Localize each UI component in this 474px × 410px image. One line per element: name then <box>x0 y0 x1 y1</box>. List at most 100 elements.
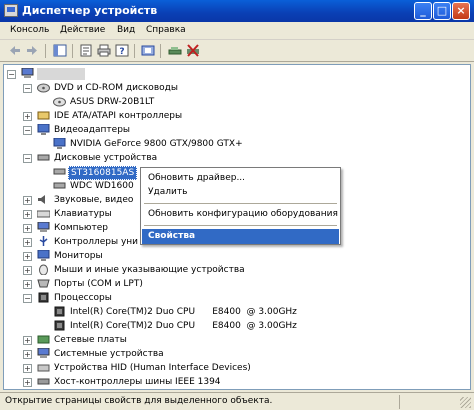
device-manager-icon <box>4 4 18 17</box>
title-bar[interactable]: Диспетчер устройств _ □ × <box>0 0 474 22</box>
tree-item[interactable]: + Порты (COM и LPT) <box>4 278 464 292</box>
tree-item[interactable]: NVIDIA GeForce 9800 GTX/9800 GTX+ <box>4 138 464 152</box>
cpu-icon <box>54 320 65 331</box>
tree-item[interactable]: + IDE ATA/ATAPI контроллеры <box>4 110 464 124</box>
toolbar-separator <box>45 44 46 58</box>
minimize-button[interactable]: _ <box>414 2 432 20</box>
tree-item-label: Мониторы <box>54 251 103 261</box>
system-devices-icon <box>37 348 50 358</box>
show-hide-tree-icon[interactable] <box>53 44 67 57</box>
maximize-button[interactable]: □ <box>433 2 451 20</box>
usb-controller-icon <box>39 236 48 246</box>
properties-menu-item[interactable]: Свойства <box>142 229 339 244</box>
mouse-icon <box>39 264 48 275</box>
tree-item-label: Процессоры <box>54 293 112 303</box>
toolbar-separator <box>134 44 135 58</box>
cdrom-device-icon <box>53 97 66 107</box>
help-icon[interactable]: ? <box>115 44 129 57</box>
print-icon[interactable] <box>97 44 111 57</box>
update-driver-menu-item[interactable]: Обновить драйвер... <box>142 171 339 186</box>
tree-item-label: DVD и CD-ROM дисководы <box>54 83 178 93</box>
tree-item-label: Системные устройства <box>54 349 164 359</box>
tree-item[interactable]: + Мыши и иные указывающие устройства <box>4 264 464 278</box>
expand-toggle[interactable]: + <box>23 196 32 205</box>
tree-item[interactable]: + Хост-контроллеры шины IEEE 1394 <box>4 376 464 389</box>
tree-item[interactable]: ASUS DRW-20B1LT <box>4 96 464 110</box>
tree-item[interactable]: + Мониторы <box>4 250 464 264</box>
window-title: Диспетчер устройств <box>22 4 158 17</box>
display-adapter-icon <box>37 124 50 135</box>
tree-item-label: Intel(R) Core(TM)2 Duo CPU E8400 @ 3.00G… <box>70 321 297 331</box>
disk-drives-icon <box>37 154 50 161</box>
tree-root[interactable]: − <box>4 68 464 82</box>
tree-item-label: Клавиатуры <box>54 209 112 219</box>
uninstall-icon[interactable] <box>186 44 200 57</box>
collapse-toggle[interactable]: − <box>23 294 32 303</box>
tree-item[interactable]: + Устройства HID (Human Interface Device… <box>4 362 464 376</box>
status-text: Открытие страницы свойств для выделенног… <box>5 396 273 406</box>
tree-item[interactable]: Intel(R) Core(TM)2 Duo CPU E8400 @ 3.00G… <box>4 306 464 320</box>
expand-toggle[interactable]: + <box>23 280 32 289</box>
port-icon <box>37 279 50 288</box>
collapse-toggle[interactable]: − <box>23 126 32 135</box>
tree-item[interactable]: − Процессоры <box>4 292 464 306</box>
tree-item-label: Сетевые платы <box>54 335 127 345</box>
scan-hardware-icon[interactable] <box>168 44 182 57</box>
tree-item-label: Порты (COM и LPT) <box>54 279 143 289</box>
tree-item[interactable]: + Сетевые платы <box>4 334 464 348</box>
tree-item[interactable]: − Видеоадаптеры <box>4 124 464 138</box>
menu-separator <box>144 225 337 226</box>
expand-toggle[interactable]: + <box>23 238 32 247</box>
tree-item-label: Мыши и иные указывающие устройства <box>54 265 245 275</box>
tree-item[interactable]: Intel(R) Core(TM)2 Duo CPU E8400 @ 3.00G… <box>4 320 464 334</box>
svg-text:?: ? <box>119 47 124 57</box>
computer-icon <box>21 68 34 78</box>
menu-help[interactable]: Справка <box>146 25 186 35</box>
expand-toggle[interactable]: + <box>23 224 32 233</box>
expand-toggle[interactable]: + <box>23 266 32 275</box>
toolbar: ? <box>0 40 474 62</box>
tree-item[interactable]: − Дисковые устройства <box>4 152 464 166</box>
tree-item-label: Устройства HID (Human Interface Devices) <box>54 363 251 373</box>
collapse-toggle[interactable]: − <box>23 84 32 93</box>
toolbar-separator <box>72 44 73 58</box>
forward-icon[interactable] <box>25 44 39 57</box>
expand-toggle[interactable]: + <box>23 350 32 359</box>
hid-icon <box>37 364 50 372</box>
status-bar: Открытие страницы свойств для выделенног… <box>0 392 474 410</box>
toolbar-separator <box>160 44 161 58</box>
tree-item-label: Видеоадаптеры <box>54 125 131 135</box>
computer-name <box>37 68 85 80</box>
menu-view[interactable]: Вид <box>117 25 135 35</box>
menu-console[interactable]: Консоль <box>10 25 49 35</box>
cpu-icon <box>54 306 65 317</box>
close-button[interactable]: × <box>452 2 470 20</box>
hard-disk-icon <box>53 168 66 175</box>
collapse-toggle[interactable]: − <box>7 70 16 79</box>
expand-toggle[interactable]: + <box>23 252 32 261</box>
dvd-icon <box>37 83 50 93</box>
tree-item-label: Хост-контроллеры шины IEEE 1394 <box>54 377 221 387</box>
tree-item-label: IDE ATA/ATAPI контроллеры <box>54 111 183 121</box>
uninstall-menu-item[interactable]: Удалить <box>142 185 339 200</box>
ieee1394-icon <box>37 378 50 385</box>
tree-item-label: Intel(R) Core(TM)2 Duo CPU E8400 @ 3.00G… <box>70 307 297 317</box>
properties-icon[interactable] <box>79 44 93 57</box>
tree-item-label: Дисковые устройства <box>54 153 158 163</box>
expand-toggle[interactable]: + <box>23 112 32 121</box>
tree-item[interactable]: − DVD и CD-ROM дисководы <box>4 82 464 96</box>
ide-controller-icon <box>37 111 50 120</box>
back-icon[interactable] <box>8 44 22 57</box>
tree-item[interactable]: + Системные устройства <box>4 348 464 362</box>
expand-toggle[interactable]: + <box>23 336 32 345</box>
device-icon[interactable] <box>141 44 155 57</box>
scan-hardware-menu-item[interactable]: Обновить конфигурацию оборудования <box>142 207 339 222</box>
menu-separator <box>144 203 337 204</box>
expand-toggle[interactable]: + <box>23 210 32 219</box>
tree-item-label: Контроллеры уни <box>54 237 139 247</box>
resize-grip-icon[interactable] <box>460 397 471 408</box>
expand-toggle[interactable]: + <box>23 364 32 373</box>
collapse-toggle[interactable]: − <box>23 154 32 163</box>
expand-toggle[interactable]: + <box>23 378 32 387</box>
menu-action[interactable]: Действие <box>60 25 105 35</box>
